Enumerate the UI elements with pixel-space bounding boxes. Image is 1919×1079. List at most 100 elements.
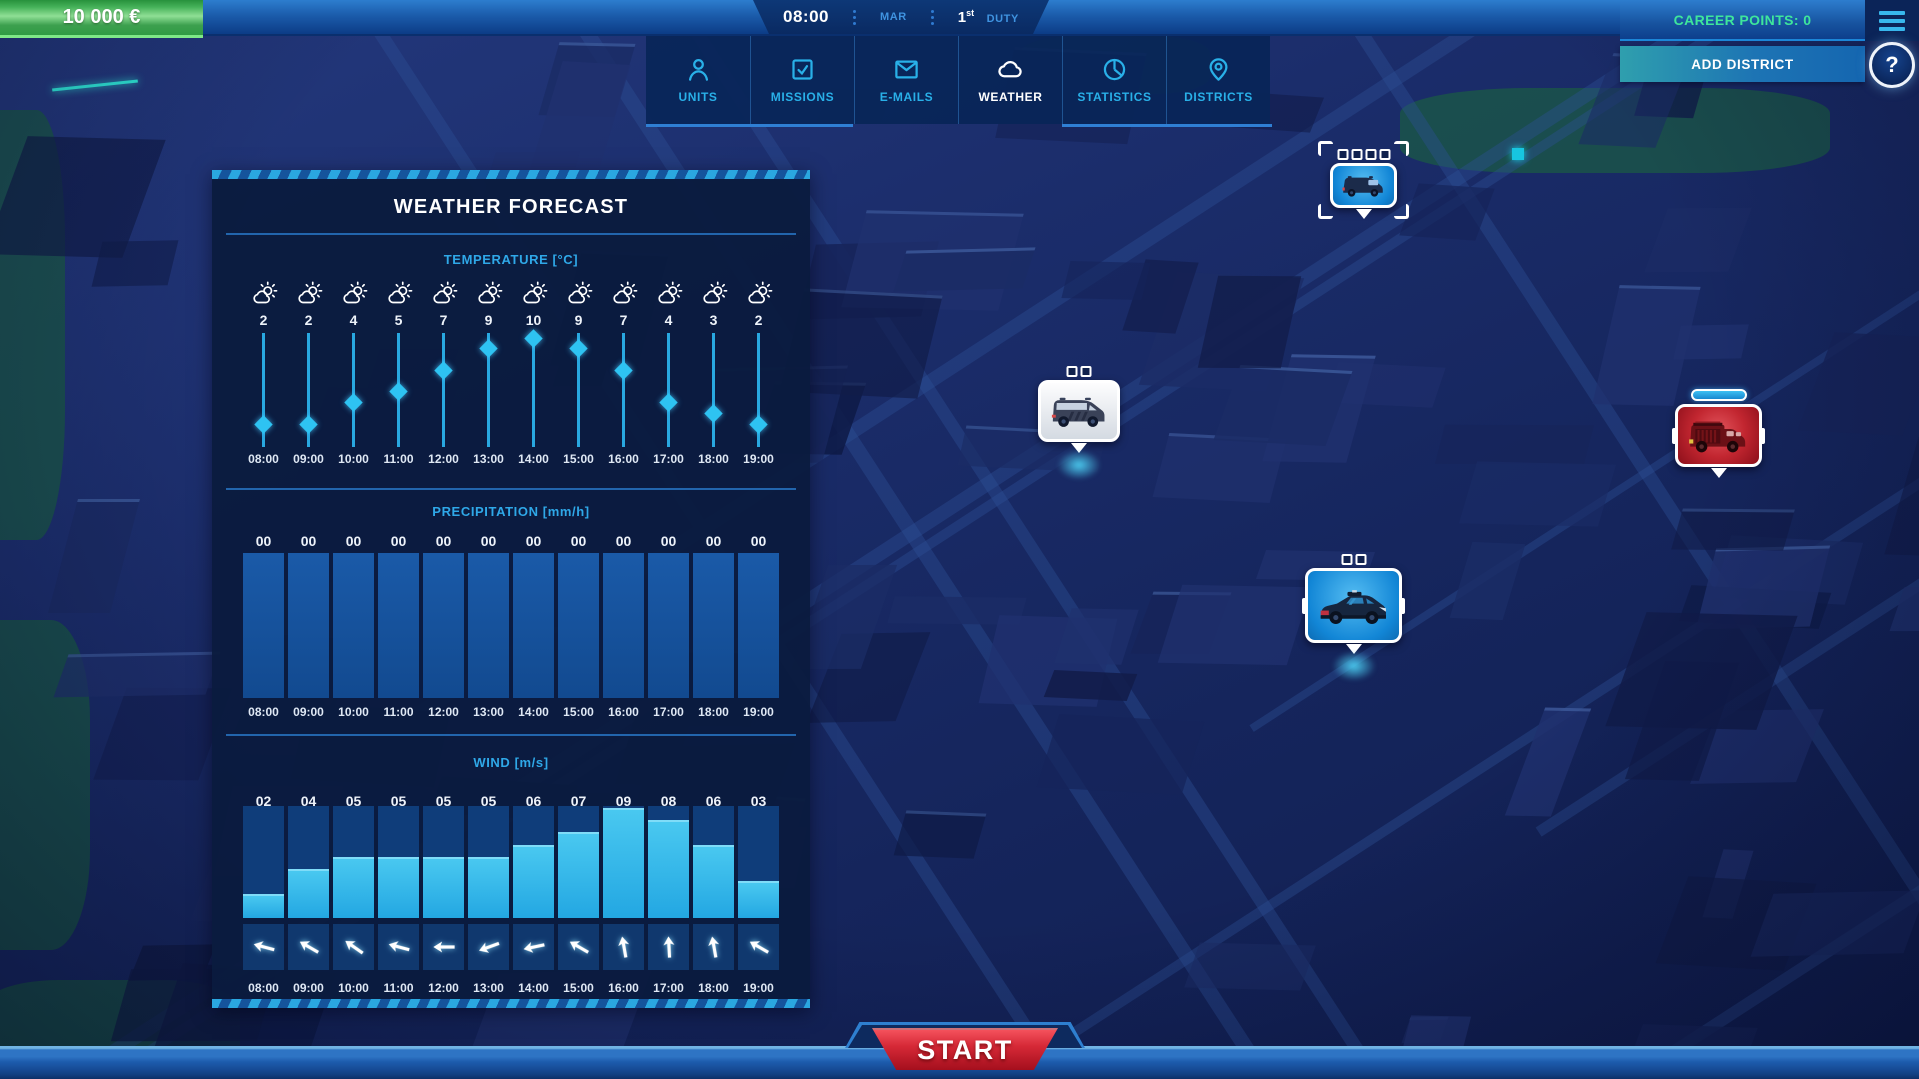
tab-e-mails[interactable]: E-MAILS xyxy=(854,36,958,124)
map-building xyxy=(1459,461,1616,526)
sun-behind-cloud-icon xyxy=(558,280,599,310)
sun-behind-cloud-icon xyxy=(603,280,644,310)
temperature-marker xyxy=(389,383,407,401)
time-label: 13:00 xyxy=(468,451,509,467)
map-building xyxy=(1644,208,1752,273)
temperature-column xyxy=(288,333,329,447)
day-duty: 1st DUTY xyxy=(958,8,1019,27)
unit-slot-row xyxy=(1337,149,1390,160)
tab-statistics[interactable]: STATISTICS xyxy=(1062,36,1166,124)
tab-units[interactable]: UNITS xyxy=(646,36,750,124)
unit-slot-row xyxy=(1067,366,1092,377)
sun-behind-cloud-icon xyxy=(378,280,419,310)
start-button[interactable]: START xyxy=(872,1028,1058,1070)
temperature-line xyxy=(442,333,445,447)
marker-side-tab xyxy=(1400,598,1405,614)
temperature-line xyxy=(622,333,625,447)
time-label: 15:00 xyxy=(558,451,599,467)
temperature-column xyxy=(648,333,689,447)
temperature-marker xyxy=(254,415,272,433)
map-building xyxy=(1044,670,1138,701)
condition-icons-row xyxy=(243,280,779,310)
ambulance-marker[interactable] xyxy=(1018,350,1140,472)
wind-arrow-icon xyxy=(378,924,419,970)
tab-missions[interactable]: MISSIONS xyxy=(750,36,854,124)
tab-districts[interactable]: DISTRICTS xyxy=(1166,36,1270,124)
map-glow-line xyxy=(52,80,138,92)
temperature-value: 3 xyxy=(693,311,734,329)
section-divider xyxy=(226,488,796,490)
career-points: CAREER POINTS: 0 xyxy=(1620,0,1865,41)
time-label: 19:00 xyxy=(738,980,779,996)
wind-arrow-icon xyxy=(423,924,464,970)
time-label: 16:00 xyxy=(603,451,644,467)
day-suffix: st xyxy=(966,8,974,18)
temperature-marker xyxy=(524,329,542,347)
precipitation-value: 00 xyxy=(378,532,419,550)
wind-bar xyxy=(243,806,284,918)
tab-weather[interactable]: WEATHER xyxy=(958,36,1062,124)
wind-arrow-icon xyxy=(243,924,284,970)
day-number: 1 xyxy=(958,9,966,26)
temperature-marker xyxy=(569,340,587,358)
time-label: 15:00 xyxy=(558,704,599,720)
temperature-values-row: 2245791097432 xyxy=(243,311,779,329)
temperature-marker xyxy=(749,415,767,433)
wind-bar xyxy=(333,806,374,918)
wind-direction-row xyxy=(243,924,779,970)
wind-bar-fill xyxy=(378,857,419,918)
temperature-column xyxy=(423,333,464,447)
temperature-column xyxy=(243,333,284,447)
selection-bracket xyxy=(1318,141,1333,156)
precipitation-bar xyxy=(468,553,509,698)
temperature-column xyxy=(558,333,599,447)
precipitation-bar xyxy=(558,553,599,698)
temperature-times-row: 08:0009:0010:0011:0012:0013:0014:0015:00… xyxy=(243,451,779,467)
precipitation-value: 00 xyxy=(513,532,554,550)
help-button[interactable]: ? xyxy=(1869,42,1915,88)
temperature-marker xyxy=(299,415,317,433)
precipitation-value: 00 xyxy=(738,532,779,550)
precipitation-value: 00 xyxy=(693,532,734,550)
map-building xyxy=(1797,332,1919,436)
wind-arrow-icon xyxy=(648,924,689,970)
temperature-marker xyxy=(704,404,722,422)
wind-bar xyxy=(423,806,464,918)
ambulance-icon xyxy=(1038,380,1120,442)
time-label: 10:00 xyxy=(333,980,374,996)
nav-tabs: UNITSMISSIONSE-MAILSWEATHERSTATISTICS DIS… xyxy=(646,36,1270,124)
precipitation-value: 00 xyxy=(558,532,599,550)
police-van-marker[interactable] xyxy=(1310,133,1417,238)
map-building xyxy=(0,136,166,258)
selection-bracket xyxy=(1318,204,1333,219)
unit-slot-row xyxy=(1341,554,1366,565)
time-label: 14:00 xyxy=(513,451,554,467)
hamburger-icon[interactable] xyxy=(1879,11,1905,35)
wind-arrow-icon xyxy=(333,924,374,970)
time-label: 19:00 xyxy=(738,704,779,720)
precipitation-bar xyxy=(738,553,779,698)
fire-truck-marker[interactable] xyxy=(1655,374,1782,497)
sun-behind-cloud-icon xyxy=(288,280,329,310)
marker-side-tab xyxy=(1760,428,1765,444)
precipitation-value: 00 xyxy=(243,532,284,550)
temperature-value: 4 xyxy=(648,311,689,329)
unit-slot xyxy=(1351,149,1362,160)
precipitation-value: 00 xyxy=(468,532,509,550)
sun-behind-cloud-icon xyxy=(333,280,374,310)
wind-bar-fill xyxy=(558,832,599,918)
tab-label: DISTRICTS xyxy=(1184,90,1253,104)
money-display: 10 000 € xyxy=(0,0,203,38)
panel-title: WEATHER FORECAST xyxy=(212,196,810,219)
police-car-marker[interactable] xyxy=(1285,538,1422,673)
wind-arrow-icon xyxy=(558,924,599,970)
checkbox-icon xyxy=(789,56,816,83)
add-district-button[interactable]: ADD DISTRICT xyxy=(1620,46,1865,82)
wind-bar xyxy=(288,806,329,918)
map-building xyxy=(893,247,1035,291)
unit-slot xyxy=(1067,366,1078,377)
time-label: 08:00 xyxy=(243,704,284,720)
wind-chart xyxy=(243,806,779,918)
wind-bar xyxy=(558,806,599,918)
panel-stripe xyxy=(212,999,810,1008)
